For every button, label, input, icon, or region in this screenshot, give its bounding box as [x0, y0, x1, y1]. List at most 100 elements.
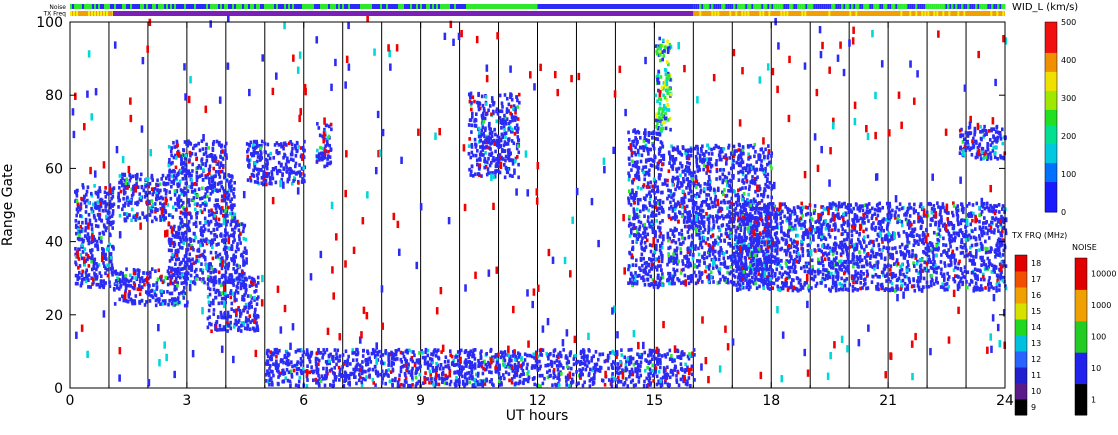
data-cell [737, 148, 741, 152]
data-cell [108, 200, 112, 204]
strip-cell [178, 4, 180, 9]
strip-cell [755, 4, 758, 9]
data-cell [668, 161, 671, 166]
data-cell [630, 195, 633, 200]
data-cell [84, 210, 88, 214]
data-cell [225, 222, 228, 227]
data-cell [687, 180, 690, 184]
data-cell [184, 181, 188, 186]
strip-cell [963, 4, 966, 9]
data-cell [230, 257, 233, 261]
strip-cell [214, 4, 216, 9]
data-cell [108, 280, 111, 285]
data-cell [495, 138, 499, 143]
data-cell [725, 161, 728, 165]
data-cell [204, 151, 208, 155]
data-cell [237, 318, 241, 323]
data-cell [77, 266, 80, 270]
data-cell [244, 316, 248, 320]
data-cell [707, 193, 711, 197]
data-cell [292, 179, 295, 183]
data-cell [87, 212, 91, 217]
data-cell [299, 146, 303, 150]
data-cell [114, 279, 118, 283]
data-cell [207, 146, 210, 150]
data-cell [723, 278, 726, 282]
strip-cell [376, 4, 378, 9]
data-cell [470, 107, 473, 112]
data-cell [124, 283, 128, 288]
data-cell [203, 227, 207, 232]
data-cell [183, 264, 187, 269]
data-cell [164, 275, 167, 280]
data-cell [125, 267, 128, 272]
strip-cell [937, 4, 940, 9]
data-cell [729, 151, 733, 156]
data-cell [186, 300, 189, 305]
data-cell [200, 196, 204, 200]
strip-cell [450, 4, 452, 9]
data-cell [225, 178, 229, 183]
data-cell [163, 188, 166, 192]
data-cell [200, 228, 203, 233]
data-cell [176, 184, 180, 189]
data-cell [511, 161, 515, 166]
data-cell [109, 259, 113, 264]
data-cell [925, 210, 929, 215]
data-cell [821, 272, 825, 277]
data-cell [739, 155, 743, 160]
strip-cell [468, 4, 470, 9]
data-cell [492, 102, 495, 107]
data-cell [192, 196, 196, 200]
data-cell [739, 161, 743, 165]
data-cell [219, 310, 223, 315]
data-cell [713, 243, 716, 247]
strip-cell [729, 11, 732, 16]
data-cell [870, 280, 874, 285]
data-cell [494, 132, 497, 137]
data-cell [687, 281, 691, 286]
data-cell [498, 109, 502, 113]
data-cell [666, 73, 670, 78]
data-cell [468, 118, 472, 123]
data-cell [143, 215, 146, 220]
data-cell [742, 191, 746, 196]
strip-cell [112, 4, 114, 9]
data-cell [172, 272, 176, 277]
strip-cell [148, 4, 150, 9]
data-cell [718, 168, 722, 172]
data-cell [647, 133, 651, 138]
data-cell [722, 252, 726, 256]
data-cell [498, 170, 502, 175]
data-cell [722, 262, 725, 266]
data-cell [174, 257, 178, 262]
data-cell [715, 219, 719, 224]
data-cell [277, 143, 281, 147]
strip-cell [783, 11, 786, 16]
data-cell [633, 200, 636, 205]
data-cell [637, 219, 641, 224]
data-cell [646, 181, 650, 186]
data-cell [509, 95, 512, 100]
data-cell [99, 274, 103, 279]
data-cell [700, 201, 704, 205]
data-cell [223, 193, 226, 198]
data-cell [651, 135, 654, 140]
data-cell [722, 192, 725, 197]
data-cell [661, 272, 664, 276]
data-cell [517, 150, 521, 155]
data-cell [82, 277, 86, 281]
data-cell [684, 173, 687, 177]
data-cell [679, 251, 683, 255]
data-cell [732, 202, 736, 207]
data-cell [190, 185, 193, 189]
data-cell [729, 255, 733, 260]
strip-cell [744, 11, 747, 16]
data-cell [124, 277, 128, 282]
data-cell [226, 310, 230, 315]
data-cell [226, 219, 230, 224]
data-cell [469, 155, 473, 160]
strip-cell [743, 4, 746, 9]
data-cell [167, 144, 171, 149]
data-cell [724, 178, 728, 183]
